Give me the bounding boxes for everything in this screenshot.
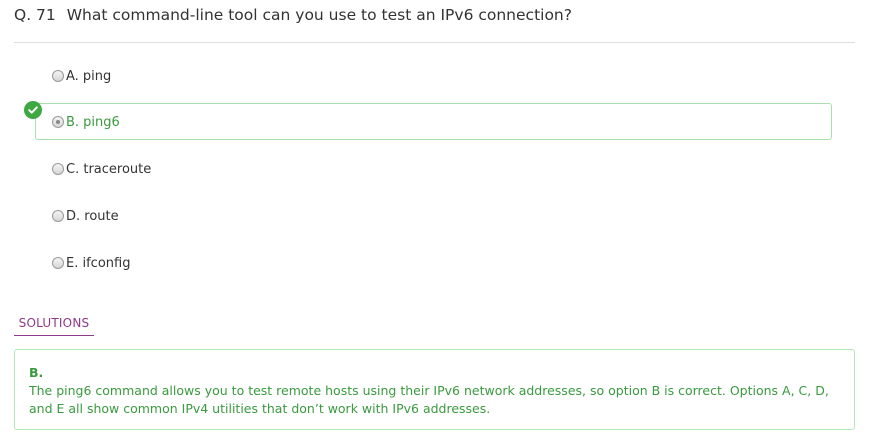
option-a[interactable]: A. ping bbox=[52, 66, 111, 86]
option-e-label: E. ifconfig bbox=[66, 255, 131, 271]
option-a-label: A. ping bbox=[66, 68, 112, 84]
option-c-radio[interactable] bbox=[52, 163, 64, 175]
option-d-label: D. route bbox=[66, 208, 119, 224]
option-a-radio[interactable] bbox=[52, 70, 64, 82]
solution-explanation: The ping6 command allows you to test rem… bbox=[29, 383, 829, 416]
option-d[interactable]: D. route bbox=[52, 206, 119, 226]
option-b-label: B. ping6 bbox=[66, 114, 120, 130]
quiz-page: Q. 71 What command-line tool can you use… bbox=[0, 0, 875, 448]
correct-answer-highlight bbox=[35, 103, 832, 140]
option-e-radio[interactable] bbox=[52, 257, 64, 269]
check-circle-icon bbox=[24, 101, 42, 119]
question-divider bbox=[14, 42, 855, 43]
option-b-radio[interactable] bbox=[52, 116, 64, 128]
question-text: What command-line tool can you use to te… bbox=[66, 6, 572, 24]
solution-answer: B. bbox=[29, 365, 44, 380]
question-number: Q. 71 bbox=[14, 6, 56, 24]
option-c[interactable]: C. traceroute bbox=[52, 159, 151, 179]
option-d-radio[interactable] bbox=[52, 210, 64, 222]
question-header: Q. 71 What command-line tool can you use… bbox=[14, 6, 572, 24]
solution-panel: B. The ping6 command allows you to test … bbox=[14, 349, 855, 430]
option-e[interactable]: E. ifconfig bbox=[52, 253, 130, 273]
option-b[interactable]: B. ping6 bbox=[52, 112, 120, 132]
option-c-label: C. traceroute bbox=[66, 161, 152, 177]
tab-solutions[interactable]: SOLUTIONS bbox=[14, 316, 94, 336]
